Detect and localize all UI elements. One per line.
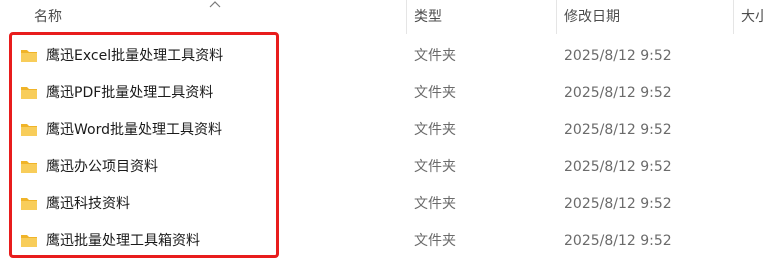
folder-icon — [21, 50, 37, 62]
file-modified-date: 2025/8/12 9:52 — [564, 85, 672, 101]
file-row[interactable]: 鹰迅办公项目资料 文件夹 2025/8/12 9:52 — [0, 149, 764, 186]
column-header-size[interactable]: 大小 — [741, 0, 764, 34]
column-divider[interactable] — [556, 0, 557, 34]
file-name: 鹰迅科技资料 — [46, 196, 130, 212]
file-name: 鹰迅批量处理工具箱资料 — [46, 233, 200, 249]
file-modified-date: 2025/8/12 9:52 — [564, 196, 672, 212]
column-header-date[interactable]: 修改日期 — [564, 0, 734, 34]
folder-icon — [21, 87, 37, 99]
column-divider[interactable] — [406, 0, 407, 34]
file-type: 文件夹 — [414, 196, 456, 212]
column-divider[interactable] — [733, 0, 734, 34]
file-row[interactable]: 鹰迅PDF批量处理工具资料 文件夹 2025/8/12 9:52 — [0, 75, 764, 112]
sort-ascending-icon — [209, 1, 221, 8]
file-row[interactable]: 鹰迅批量处理工具箱资料 文件夹 2025/8/12 9:52 — [0, 223, 764, 260]
column-header-bar: 名称 类型 修改日期 大小 — [0, 0, 764, 34]
file-name: 鹰迅办公项目资料 — [46, 159, 158, 175]
folder-icon — [21, 235, 37, 247]
file-type: 文件夹 — [414, 233, 456, 249]
file-name: 鹰迅Word批量处理工具资料 — [46, 122, 222, 138]
file-modified-date: 2025/8/12 9:52 — [564, 122, 672, 138]
file-type: 文件夹 — [414, 85, 456, 101]
folder-icon — [21, 161, 37, 173]
file-modified-date: 2025/8/12 9:52 — [564, 48, 672, 64]
file-type: 文件夹 — [414, 122, 456, 138]
file-type: 文件夹 — [414, 48, 456, 64]
file-type: 文件夹 — [414, 159, 456, 175]
file-name: 鹰迅PDF批量处理工具资料 — [46, 85, 214, 101]
file-row[interactable]: 鹰迅Word批量处理工具资料 文件夹 2025/8/12 9:52 — [0, 112, 764, 149]
folder-icon — [21, 124, 37, 136]
folder-icon — [21, 198, 37, 210]
file-modified-date: 2025/8/12 9:52 — [564, 159, 672, 175]
file-modified-date: 2025/8/12 9:52 — [564, 233, 672, 249]
file-list: 鹰迅Excel批量处理工具资料 文件夹 2025/8/12 9:52 鹰迅PDF… — [0, 38, 764, 260]
file-name: 鹰迅Excel批量处理工具资料 — [46, 48, 224, 64]
file-row[interactable]: 鹰迅Excel批量处理工具资料 文件夹 2025/8/12 9:52 — [0, 38, 764, 75]
column-header-type[interactable]: 类型 — [414, 0, 544, 34]
file-row[interactable]: 鹰迅科技资料 文件夹 2025/8/12 9:52 — [0, 186, 764, 223]
